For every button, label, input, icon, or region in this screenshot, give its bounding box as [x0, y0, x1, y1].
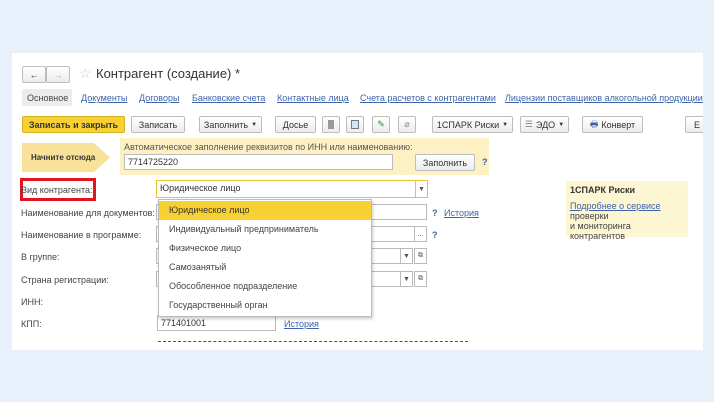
- option-entrepreneur[interactable]: Индивидуальный предприниматель: [159, 220, 371, 239]
- autofill-button[interactable]: Заполнить: [415, 154, 475, 171]
- spark-title: 1СПАРК Риски: [570, 185, 636, 195]
- inn-label: ИНН:: [21, 297, 43, 307]
- prog-name-label: Наименование в программе:: [21, 230, 142, 240]
- save-button[interactable]: Записать: [131, 116, 185, 133]
- tab-bank-accounts[interactable]: Банковские счета: [192, 93, 265, 103]
- doc-name-history-link[interactable]: История: [444, 208, 479, 218]
- inn-search-input[interactable]: 7714725220: [124, 154, 393, 170]
- tab-settlement-accounts[interactable]: Счета расчетов с контрагентами: [360, 93, 496, 103]
- arrow-left-icon: ←: [29, 69, 39, 80]
- print-copy-button[interactable]: [346, 116, 364, 133]
- back-button[interactable]: ←: [22, 66, 46, 83]
- tab-contacts[interactable]: Контактные лица: [277, 93, 349, 103]
- fill-menu-button[interactable]: Заполнить ▼: [199, 116, 262, 133]
- country-dropdown-button[interactable]: ▼: [400, 271, 413, 287]
- more-button[interactable]: Е: [685, 116, 703, 133]
- arrow-right-icon: →: [53, 69, 63, 80]
- spark-text: и мониторинга контрагентов: [570, 221, 631, 241]
- copy-document-icon: [351, 120, 359, 129]
- chevron-down-icon: ▼: [558, 121, 565, 128]
- doc-name-label: Наименование для документов:: [21, 208, 155, 218]
- printer-icon: 🖶: [589, 118, 599, 129]
- option-branch[interactable]: Обособленное подразделение: [159, 277, 371, 296]
- attach-button[interactable]: ⌀: [398, 116, 416, 133]
- kind-dropdown-button[interactable]: ▼: [415, 180, 428, 198]
- sign-button[interactable]: ✎: [372, 116, 390, 133]
- autofill-label: Автоматическое заполнение реквизитов по …: [124, 142, 413, 152]
- form-window: ← → ☆ Контрагент (создание) * Основное Д…: [12, 53, 703, 350]
- group-label: В группе:: [21, 252, 60, 262]
- spark-risks-button[interactable]: 1СПАРК Риски ▼: [432, 116, 513, 133]
- pen-icon: ✎: [377, 119, 385, 129]
- option-legal-entity[interactable]: Юридическое лицо: [159, 201, 371, 220]
- tab-main[interactable]: Основное: [22, 89, 72, 106]
- group-dropdown-button[interactable]: ▼: [400, 248, 413, 264]
- kpp-history-link[interactable]: История: [284, 319, 319, 329]
- dossier-button[interactable]: Досье: [275, 116, 316, 133]
- chevron-down-icon: ▼: [418, 185, 425, 193]
- spark-more-link[interactable]: Подробнее о сервисе: [570, 201, 684, 211]
- tab-documents[interactable]: Документы: [81, 93, 127, 103]
- open-window-icon: ⧉: [418, 275, 423, 282]
- chevron-down-icon: ▼: [403, 275, 410, 283]
- country-open-button[interactable]: ⧉: [414, 271, 427, 287]
- star-icon[interactable]: ☆: [79, 65, 92, 82]
- edo-label: ЭДО: [535, 119, 556, 130]
- edo-button[interactable]: ☰ ЭДО ▼: [520, 116, 569, 133]
- help-icon[interactable]: ?: [482, 157, 488, 167]
- open-window-icon: ⧉: [418, 252, 423, 259]
- chevron-down-icon: ▼: [502, 121, 509, 128]
- option-self-employed[interactable]: Самозанятый: [159, 258, 371, 277]
- help-icon[interactable]: ?: [432, 208, 438, 218]
- kind-label: Вид контрагента:: [21, 185, 93, 195]
- page-title: Контрагент (создание) *: [96, 66, 241, 81]
- fill-label: Заполнить: [203, 119, 249, 130]
- edo-icon: ☰: [524, 119, 533, 129]
- help-icon[interactable]: ?: [432, 230, 438, 240]
- document-icon: [328, 120, 334, 129]
- save-close-button[interactable]: Записать и закрыть: [22, 116, 125, 133]
- validation-message-cut: [158, 341, 468, 343]
- forward-button[interactable]: →: [46, 66, 70, 83]
- envelope-button[interactable]: 🖶 Конверт: [582, 116, 643, 133]
- document-icon-button[interactable]: [322, 116, 340, 133]
- kpp-input[interactable]: 771401001: [157, 315, 276, 331]
- country-label: Страна регистрации:: [21, 275, 109, 285]
- paperclip-icon: ⌀: [404, 119, 410, 129]
- envelope-label: Конверт: [601, 119, 636, 130]
- ellipsis-button[interactable]: ...: [414, 226, 427, 242]
- option-government[interactable]: Государственный орган: [159, 296, 371, 315]
- chevron-down-icon: ▼: [403, 252, 410, 260]
- start-here-arrow: Начните отсюда: [22, 143, 110, 172]
- chevron-down-icon: ▼: [251, 121, 258, 128]
- kind-dropdown-list: Юридическое лицо Индивидуальный предприн…: [158, 199, 372, 317]
- option-individual[interactable]: Физическое лицо: [159, 239, 371, 258]
- tab-contracts[interactable]: Договоры: [139, 93, 179, 103]
- kpp-label: КПП:: [21, 319, 42, 329]
- spark-text: проверки: [570, 211, 609, 221]
- kind-select[interactable]: Юридическое лицо: [156, 180, 416, 198]
- tab-alcohol-licenses[interactable]: Лицензии поставщиков алкогольной продукц…: [505, 93, 703, 103]
- group-open-button[interactable]: ⧉: [414, 248, 427, 264]
- spark-label: 1СПАРК Риски: [436, 119, 500, 130]
- spark-panel: 1СПАРК Риски Подробнее о сервисе проверк…: [566, 181, 688, 241]
